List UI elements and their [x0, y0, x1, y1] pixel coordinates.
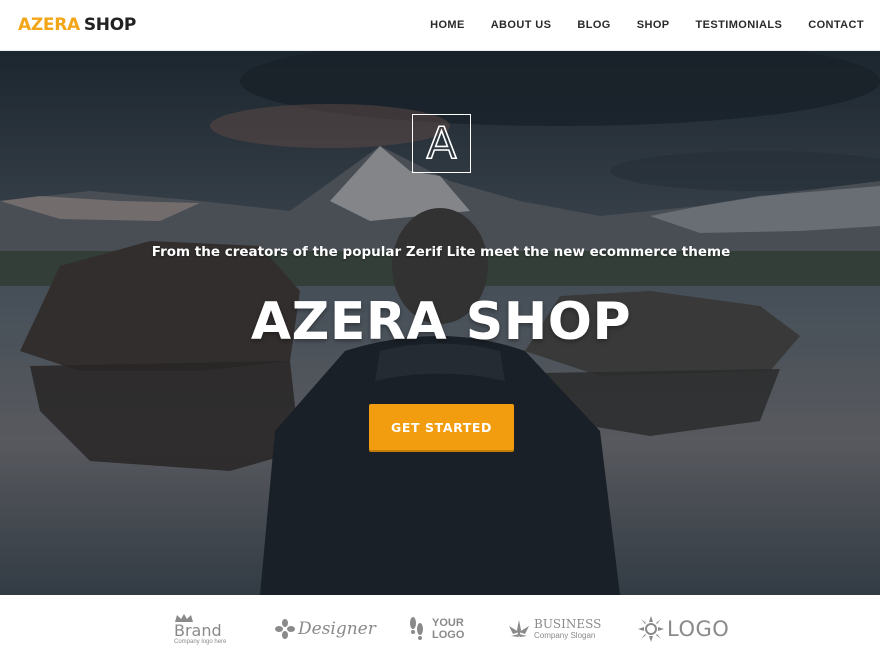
get-started-button[interactable]: GET STARTED: [369, 404, 514, 450]
brand-name: Brand: [174, 620, 222, 640]
brands-strip: Brand Company logo here Designer YOUR LO…: [0, 595, 880, 660]
designer-name: Designer: [298, 619, 376, 639]
nav-home[interactable]: HOME: [430, 19, 465, 31]
hero-badge: A: [412, 114, 471, 173]
flower-icon: [275, 619, 295, 639]
nav-about-us[interactable]: ABOUT US: [491, 19, 552, 31]
hero-badge-letter: A: [426, 117, 458, 169]
site-header: AZERA SHOP HOME ABOUT US BLOG SHOP TESTIM…: [0, 0, 880, 51]
brand-logo-brand[interactable]: Brand Company logo here: [174, 613, 226, 645]
brand-tagline: Company logo here: [174, 638, 227, 645]
hero-title: AZERA SHOP: [250, 292, 632, 352]
your-logo-line1: YOUR: [432, 617, 464, 629]
business-name: BUSINESS: [534, 616, 602, 631]
brand-logo-business[interactable]: BUSINESS Company Slogan: [507, 613, 601, 645]
brand-logo-designer[interactable]: Designer: [275, 613, 376, 645]
your-logo-line2: LOGO: [432, 629, 465, 641]
nav-blog[interactable]: BLOG: [577, 19, 610, 31]
site-logo[interactable]: AZERA SHOP: [18, 15, 136, 35]
footprints-icon: [410, 617, 423, 640]
nav-contact[interactable]: CONTACT: [808, 19, 864, 31]
brand-logo-your-logo[interactable]: YOUR LOGO: [408, 613, 464, 645]
sunburst-icon: [638, 616, 664, 642]
hero-section: A From the creators of the popular Zerif…: [0, 51, 880, 595]
leaf-icon: [509, 620, 529, 638]
nav-shop[interactable]: SHOP: [637, 19, 670, 31]
logo-part-b: SHOP: [83, 15, 137, 35]
logo-name: LOGO: [667, 617, 730, 641]
nav-testimonials[interactable]: TESTIMONIALS: [696, 19, 783, 31]
business-tagline: Company Slogan: [534, 630, 596, 640]
main-nav: HOME ABOUT US BLOG SHOP TESTIMONIALS CON…: [430, 19, 864, 31]
brand-logo-logo[interactable]: LOGO: [638, 613, 729, 645]
hero-subtitle: From the creators of the popular Zerif L…: [151, 244, 731, 260]
logo-part-a: AZERA: [18, 15, 80, 35]
